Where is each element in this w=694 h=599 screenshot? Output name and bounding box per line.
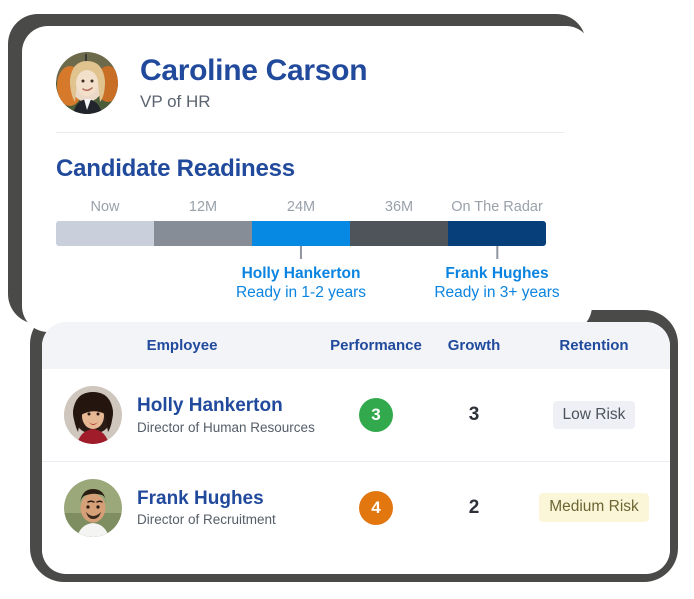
table-row[interactable]: Frank Hughes Director of Recruitment 4 2 Med… (42, 461, 670, 553)
marker-name: Frank Hughes (445, 265, 549, 282)
employee-cell: Holly Hankerton Director of Human Resourc… (42, 386, 322, 444)
column-header-performance[interactable]: Performance (322, 337, 430, 354)
timeline-tick-2: 24M (286, 199, 316, 215)
timeline-segment-3 (350, 221, 448, 246)
column-header-growth[interactable]: Growth (430, 337, 518, 354)
profile-name: Caroline Carson (140, 54, 368, 88)
employee-table-card: Employee Performance Growth Retention Holly… (42, 322, 670, 574)
employee-name: Holly Hankerton (137, 395, 283, 417)
avatar-photo-holly (64, 386, 122, 444)
employee-identity: Holly Hankerton Director of Human Resourc… (137, 395, 315, 435)
performance-cell: 4 (322, 490, 430, 525)
table-header-row: Employee Performance Growth Retention (42, 322, 670, 369)
timeline-tick-3: 36M (384, 199, 414, 215)
timeline-tick-0: Now (90, 199, 120, 215)
employee-cell: Frank Hughes Director of Recruitment (42, 478, 322, 537)
marker-name: Holly Hankerton (241, 265, 361, 282)
timeline-bar (56, 221, 546, 246)
timeline-segment-0 (56, 221, 154, 246)
growth-value: 2 (468, 496, 480, 518)
growth-value: 3 (468, 404, 480, 425)
retention-risk-badge: Low Risk (552, 400, 636, 430)
retention-cell: Low Risk (518, 400, 670, 430)
retention-risk-badge: Medium Risk (539, 493, 649, 522)
section-title-candidate-readiness: Candidate Readiness (56, 155, 295, 182)
profile-role: VP of HR (140, 91, 211, 111)
growth-cell: 3 (430, 404, 518, 426)
timeline-tick-4: On The Radar (451, 199, 543, 215)
performance-score-badge: 3 (359, 398, 393, 432)
timeline-segment-2 (252, 221, 350, 246)
timeline-markers: Holly Hankerton Ready in 1-2 years Frank H… (56, 246, 560, 318)
profile-identity: Caroline Carson VP of HR (140, 54, 368, 112)
employee-identity: Frank Hughes Director of Recruitment (137, 488, 276, 528)
app-root: Caroline Carson VP of HR Candidate Readi… (0, 0, 694, 599)
timeline-marker-1[interactable]: Frank Hughes Ready in 3+ years (434, 246, 560, 304)
timeline-marker-0[interactable]: Holly Hankerton Ready in 1-2 years (236, 246, 366, 304)
performance-score-badge: 4 (359, 490, 393, 525)
performance-cell: 3 (322, 398, 430, 432)
employee-name: Frank Hughes (137, 487, 264, 509)
marker-subtitle: Ready in 3+ years (434, 284, 560, 302)
employee-title: Director of Human Resources (137, 419, 315, 435)
profile-header: Caroline Carson VP of HR (22, 26, 592, 114)
timeline-tick-1: 12M (188, 199, 218, 215)
avatar-photo-frank (64, 478, 122, 537)
column-header-employee[interactable]: Employee (42, 337, 322, 354)
readiness-timeline: Now 12M 24M 36M On The Radar Holly Hankerton… (56, 199, 560, 318)
employee-title: Director of Recruitment (137, 512, 276, 528)
column-header-retention[interactable]: Retention (518, 337, 670, 354)
marker-stem-icon (300, 246, 302, 259)
retention-cell: Medium Risk (518, 493, 670, 522)
profile-card: Caroline Carson VP of HR Candidate Readi… (22, 26, 592, 332)
timeline-segment-1 (154, 221, 252, 246)
growth-cell: 2 (430, 497, 518, 519)
table-row[interactable]: Holly Hankerton Director of Human Resourc… (42, 369, 670, 461)
marker-stem-icon (496, 246, 498, 259)
avatar-caroline-carson (56, 52, 118, 114)
table-body: Holly Hankerton Director of Human Resourc… (42, 369, 670, 553)
marker-subtitle: Ready in 1-2 years (235, 284, 367, 302)
timeline-segment-4 (448, 221, 546, 246)
timeline-tick-labels: Now 12M 24M 36M On The Radar (56, 199, 546, 215)
